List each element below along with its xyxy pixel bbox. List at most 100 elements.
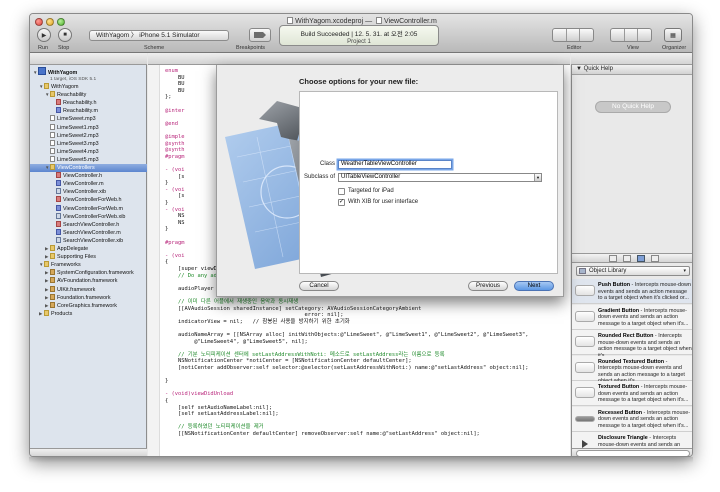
navigator-item[interactable]: ▶ UIKit.framework (30, 285, 147, 294)
with-xib-checkbox[interactable]: ✓ (338, 199, 345, 206)
navigator-item[interactable]: ▼ Reachability (30, 91, 147, 99)
code-line[interactable]: [s (165, 174, 185, 180)
code-line[interactable]: @inter (165, 108, 184, 114)
navigator-item[interactable]: LimeSweet2.mp3 (30, 131, 147, 140)
file-template-library-tab[interactable] (608, 255, 617, 262)
code-line[interactable]: BU (165, 81, 185, 87)
code-line[interactable]: enum (165, 68, 181, 74)
editor-jump-bar[interactable] (148, 53, 570, 65)
code-line[interactable]: @synth (165, 147, 184, 153)
code-line[interactable]: NS (165, 213, 185, 219)
code-line[interactable]: [s (165, 193, 185, 199)
navigator-item[interactable]: Reachability.h (30, 99, 147, 107)
navigator-item[interactable]: ViewController.h (30, 172, 147, 180)
navigator-filter-bar[interactable] (30, 448, 147, 456)
navigator-item[interactable]: ViewController.m (30, 180, 147, 188)
library-search-field[interactable] (576, 450, 690, 456)
code-line[interactable]: NSNotificationCenter *notiCenter = [NSNo… (165, 358, 412, 364)
quick-help-header[interactable]: ▼ Quick Help (572, 65, 692, 75)
standard-editor-segment[interactable] (553, 29, 567, 41)
code-line[interactable]: @end (165, 121, 178, 127)
code-line[interactable]: - (voi (165, 187, 184, 193)
code-line[interactable]: // 기분 노티피케이션 센터에 setLastAddressWithNoti:… (165, 352, 445, 358)
navigator-item[interactable]: ViewControllerForWeb.xib (30, 212, 147, 221)
navigator-item[interactable]: ▶ Supporting Files (30, 253, 147, 261)
code-line[interactable]: error: nil]; (165, 312, 344, 318)
code-line[interactable]: @imple (165, 134, 184, 140)
code-line[interactable]: } (165, 226, 168, 232)
navigator-item[interactable]: ▼ WithYagom (30, 83, 147, 91)
code-snippet-library-tab[interactable] (622, 255, 631, 262)
disclosure-triangle-icon[interactable]: ▼ (576, 66, 584, 72)
code-line[interactable]: } (165, 378, 168, 384)
navigator-item[interactable]: ▶ AppDelegate (30, 245, 147, 253)
targeted-ipad-checkbox[interactable] (338, 188, 345, 195)
debug-toggle-segment[interactable] (625, 29, 639, 41)
library-item[interactable]: Gradient Button - Intercepts mouse-down … (572, 304, 692, 330)
object-library-tab[interactable] (636, 255, 645, 262)
code-line[interactable]: BU (165, 88, 185, 94)
next-button[interactable]: Next (514, 281, 554, 291)
navigator-item[interactable]: ▼ Frameworks (30, 261, 147, 269)
organizer-button[interactable]: ▦ (664, 28, 682, 42)
navigator-item[interactable]: Reachability.m (30, 107, 147, 115)
code-line[interactable]: indicatorView = nil; // 참봉된 사용을 방지하기 위한 … (165, 319, 350, 325)
library-item[interactable]: Rounded Rect Button - Intercepts mouse-d… (572, 330, 692, 359)
class-name-field[interactable]: WeatherTableViewController (338, 160, 452, 169)
navigator-selector-bar[interactable] (30, 53, 147, 65)
navigator-toggle-segment[interactable] (611, 29, 625, 41)
library-item[interactable]: Rounded Textured Button - Intercepts mou… (572, 355, 692, 384)
code-line[interactable]: [[AVAudioSession sharedInstance] setCate… (165, 306, 421, 312)
navigator-item[interactable]: LimeSweet.mp3 (30, 115, 147, 123)
code-line[interactable]: - (voi (165, 167, 184, 173)
navigator-item[interactable]: ▼ ViewControllers (30, 164, 147, 172)
code-line[interactable]: [notiCenter addObserver:self selector:@s… (165, 365, 529, 371)
code-line[interactable]: [[NSNotificationCenter defaultCenter] re… (165, 431, 480, 437)
navigator-item[interactable]: ViewControllerForWeb.m (30, 204, 147, 213)
code-line[interactable]: - (voi (165, 253, 184, 259)
navigator-item[interactable]: ▶ SystemConfiguration.framework (30, 269, 147, 277)
navigator-item[interactable]: LimeSweet5.mp3 (30, 155, 147, 164)
utility-toggle-segment[interactable] (638, 29, 651, 41)
navigator-item[interactable]: ▶ AVFoundation.framework (30, 277, 147, 285)
assistant-editor-segment[interactable] (567, 29, 581, 41)
code-line[interactable]: } (165, 180, 168, 186)
navigator-item[interactable]: ViewControllerForWeb.h (30, 196, 147, 204)
scheme-selector[interactable]: WithYagom 〉 iPhone 5.1 Simulator (89, 30, 229, 41)
run-button[interactable]: ▶ (37, 28, 51, 42)
code-line[interactable]: #pragm (165, 240, 184, 246)
view-control[interactable] (610, 28, 652, 42)
media-library-tab[interactable] (650, 255, 659, 262)
library-item[interactable]: Recessed Button - Intercepts mouse-down … (572, 406, 692, 432)
chevron-down-icon[interactable]: ▾ (534, 174, 541, 181)
navigator-item[interactable]: LimeSweet4.mp3 (30, 147, 147, 156)
navigator-item[interactable]: SearchViewController.m (30, 228, 147, 237)
stop-button[interactable]: ■ (58, 28, 72, 42)
code-line[interactable]: audioNameArray = [[NSArray alloc] initWi… (165, 332, 529, 338)
navigator-item[interactable]: LimeSweet1.mp3 (30, 123, 147, 132)
version-editor-segment[interactable] (580, 29, 593, 41)
navigator-item[interactable]: SearchViewController.h (30, 220, 147, 229)
code-line[interactable]: @"LimeSweet4", @"LimeSweet5", nil]; (165, 339, 308, 345)
library-item[interactable]: Push Button - Intercepts mouse-down even… (572, 279, 692, 304)
previous-button[interactable]: Previous (468, 281, 508, 291)
code-line[interactable]: [self setLastAddressLabel:nil]; (165, 411, 279, 417)
library-selector[interactable]: Object Library ▾ (576, 266, 690, 276)
code-line[interactable]: @synth (165, 141, 184, 147)
library-item[interactable]: Textured Button - Intercepts mouse-down … (572, 381, 692, 406)
code-line[interactable]: - (void)viewDidUnload (165, 391, 233, 397)
navigator-item[interactable]: ▶ CoreGraphics.framework (30, 301, 147, 310)
editor-mode-control[interactable] (552, 28, 594, 42)
navigator-item[interactable]: SearchViewController.xib (30, 236, 147, 245)
code-line[interactable]: // 등록하였던 노티피케이션을 제거 (165, 424, 264, 430)
code-line[interactable]: { (165, 398, 168, 404)
code-line[interactable]: { (165, 259, 168, 265)
navigator-item[interactable]: ViewController.xib (30, 188, 147, 196)
code-line[interactable]: NS (165, 220, 185, 226)
cancel-button[interactable]: Cancel (299, 281, 339, 291)
navigator-item[interactable]: ▶ Foundation.framework (30, 293, 147, 302)
subclass-combo-box[interactable]: UITableViewController ▾ (338, 173, 542, 182)
breakpoints-button[interactable] (249, 28, 271, 42)
project-root-row[interactable]: ▼ WithYagom 1 target, iOS SDK 5.1 (30, 67, 147, 82)
code-line[interactable]: #pragm (165, 154, 184, 160)
